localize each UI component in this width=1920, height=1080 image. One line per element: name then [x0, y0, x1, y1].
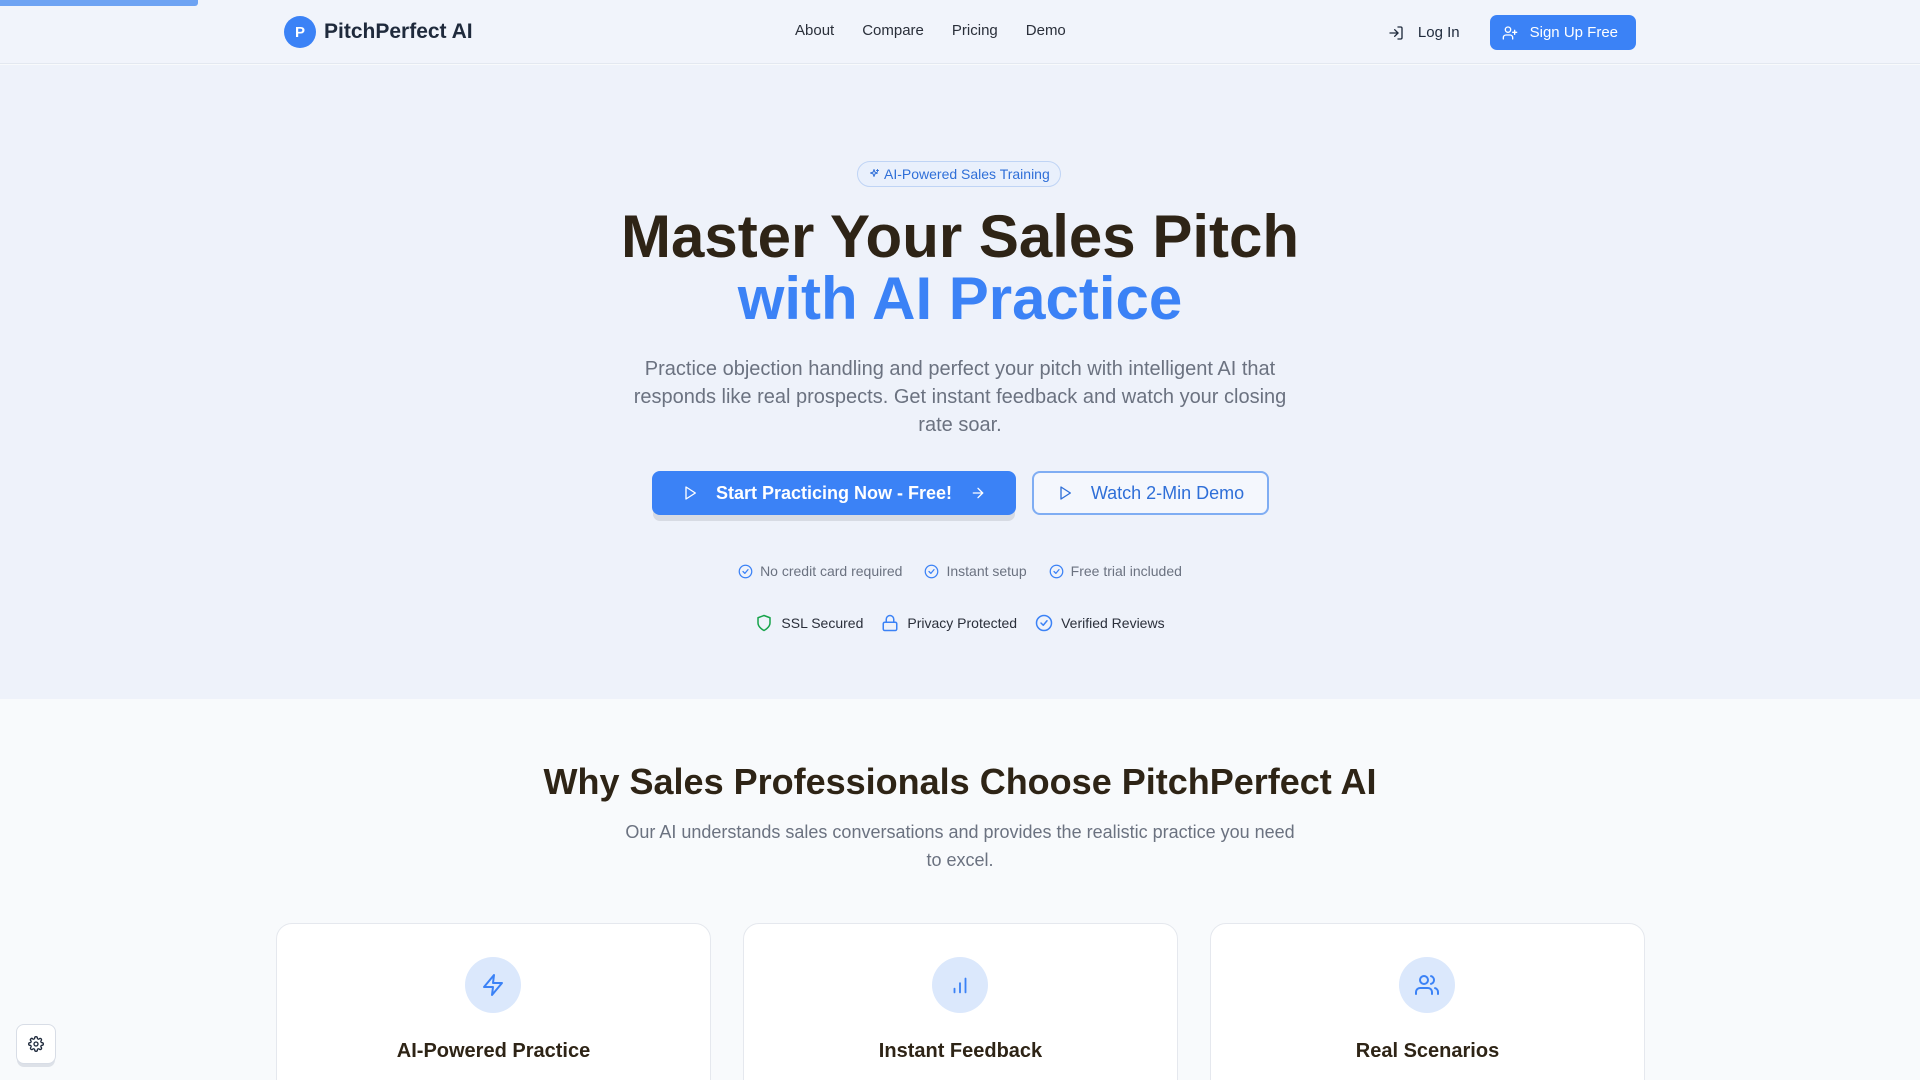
play-icon — [1060, 486, 1071, 500]
feature-card-icon-wrap — [1399, 957, 1455, 1013]
check-circle-icon — [738, 564, 753, 578]
trust-item: Verified Reviews — [1035, 614, 1165, 632]
scroll-progress-bar — [0, 0, 198, 6]
brand-logo: P — [284, 16, 316, 48]
login-label: Log In — [1417, 24, 1460, 41]
trust-label: Verified Reviews — [1061, 615, 1165, 631]
trust-item: SSL Secured — [755, 614, 863, 632]
feature-card-title: AI-Powered Practice — [396, 1040, 591, 1062]
perk-label: No credit card required — [760, 563, 903, 579]
perk-label: Free trial included — [1070, 563, 1182, 579]
feature-card: AI-Powered Practice — [276, 923, 711, 1080]
brand-name: PitchPerfect AI — [324, 20, 473, 43]
nav-link-demo[interactable]: Demo — [1026, 22, 1066, 39]
trust-item: Privacy Protected — [881, 614, 1017, 632]
arrow-right-icon — [972, 487, 984, 499]
hero-badge: AI-Powered Sales Training — [857, 161, 1061, 187]
lightning-icon — [483, 974, 503, 996]
nav-link-about[interactable]: About — [795, 22, 834, 39]
feature-card: Instant Feedback — [743, 923, 1178, 1080]
login-icon — [1389, 25, 1403, 40]
check-circle-icon — [1049, 564, 1064, 578]
bar-chart-icon — [953, 977, 967, 994]
features-title: Why Sales Professionals Choose PitchPerf… — [543, 761, 1377, 802]
auth-actions: Log In Sign Up Free — [1374, 15, 1636, 50]
start-practicing-button[interactable]: Start Practicing Now - Free! — [652, 471, 1016, 515]
perk-item: Instant setup — [924, 563, 1027, 579]
feature-card: Real Scenarios — [1210, 923, 1645, 1080]
feature-card-icon-wrap — [932, 957, 988, 1013]
trust-label: SSL Secured — [781, 615, 864, 631]
gear-icon — [28, 1036, 44, 1052]
watch-demo-button[interactable]: Watch 2-Min Demo — [1032, 471, 1269, 515]
settings-button[interactable] — [16, 1024, 56, 1064]
trust-label: Privacy Protected — [907, 615, 1018, 631]
check-circle-icon — [1035, 614, 1053, 632]
features-subtitle: Our AI understands sales conversations a… — [625, 822, 1295, 870]
hero-title-line1: Master Your Sales Pitch — [620, 203, 1300, 270]
feature-card-title: Instant Feedback — [878, 1040, 1043, 1062]
feature-cards: AI-Powered Practice Instant Feedback Rea… — [276, 923, 1645, 1080]
hero-subtitle: Practice objection handling and perfect … — [633, 358, 1287, 436]
main-nav: About Compare Pricing Demo — [795, 22, 1066, 39]
hero-title-line2: with AI Practice — [737, 265, 1183, 332]
signup-label: Sign Up Free — [1529, 24, 1618, 41]
hero-title: Master Your Sales Pitch with AI Practice — [0, 206, 1920, 330]
perk-label: Instant setup — [946, 563, 1027, 579]
trust-badges: SSL Secured Privacy Protected Verified R… — [0, 614, 1920, 632]
feature-card-title: Real Scenarios — [1355, 1040, 1500, 1062]
user-plus-icon — [1502, 25, 1517, 40]
users-icon — [1415, 975, 1439, 995]
perk-item: No credit card required — [738, 563, 902, 579]
hero-badge-label: AI-Powered Sales Training — [884, 166, 1050, 182]
feature-card-icon-wrap — [465, 957, 521, 1013]
site-header: P PitchPerfect AI About Compare Pricing … — [0, 0, 1920, 64]
check-circle-icon — [925, 564, 939, 578]
start-practicing-label: Start Practicing Now - Free! — [715, 482, 953, 503]
shield-icon — [757, 614, 772, 632]
hero-perks: No credit card required Instant setup Fr… — [0, 563, 1920, 579]
nav-link-pricing[interactable]: Pricing — [952, 22, 998, 39]
perk-item: Free trial included — [1049, 563, 1182, 579]
login-button[interactable]: Log In — [1374, 16, 1474, 49]
sparkles-icon — [870, 169, 879, 177]
play-icon — [685, 486, 696, 500]
lock-icon — [882, 614, 898, 632]
nav-link-compare[interactable]: Compare — [862, 22, 924, 39]
watch-demo-label: Watch 2-Min Demo — [1090, 482, 1245, 503]
signup-button[interactable]: Sign Up Free — [1489, 15, 1636, 50]
brand[interactable]: P PitchPerfect AI — [284, 16, 473, 48]
